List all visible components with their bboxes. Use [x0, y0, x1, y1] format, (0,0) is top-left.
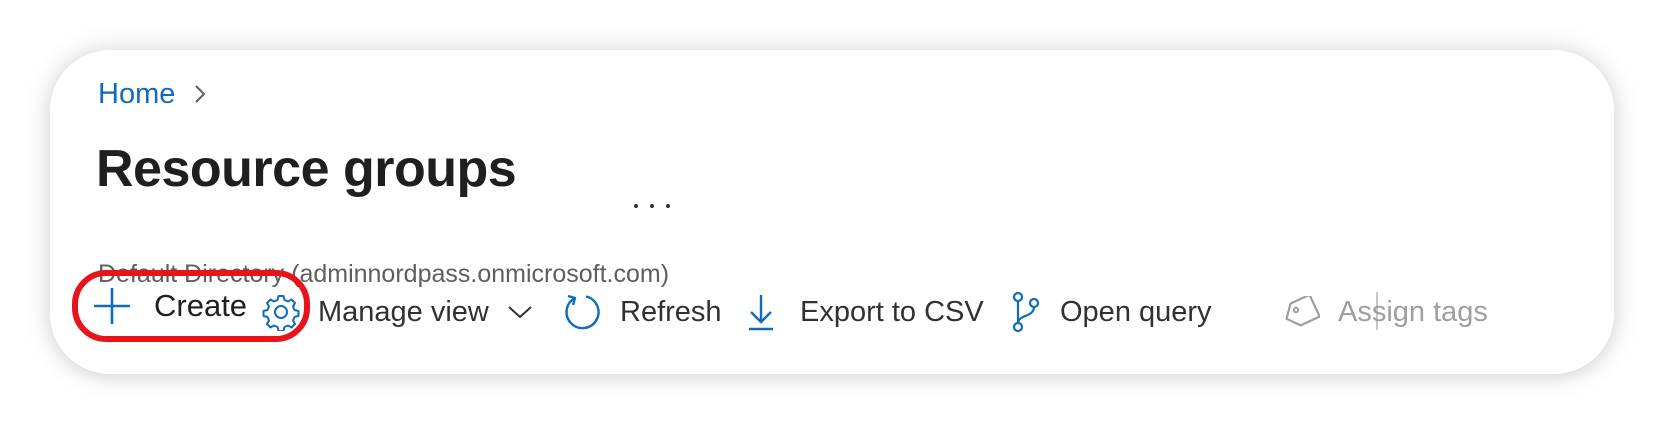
resource-groups-panel: Home Resource groups Default Directory (…	[50, 50, 1614, 374]
assign-tags-label: Assign tags	[1338, 295, 1488, 328]
plus-icon	[92, 286, 132, 326]
export-csv-button[interactable]: Export to CSV	[746, 282, 984, 342]
open-query-button[interactable]: Open query	[1010, 282, 1212, 342]
open-query-label: Open query	[1060, 295, 1212, 328]
assign-tags-button: Assign tags	[1282, 282, 1488, 342]
breadcrumb-home-link[interactable]: Home	[98, 78, 175, 111]
breadcrumb: Home	[98, 74, 215, 114]
manage-view-button[interactable]: Manage view	[262, 282, 533, 342]
download-icon	[746, 292, 776, 332]
gear-icon	[262, 293, 300, 331]
chevron-down-icon[interactable]	[507, 304, 533, 320]
chevron-right-icon	[193, 83, 215, 105]
manage-view-label: Manage view	[318, 295, 489, 328]
refresh-label: Refresh	[620, 295, 722, 328]
more-icon[interactable]	[634, 200, 670, 212]
page-title: Resource groups	[96, 140, 517, 198]
create-button-label: Create	[154, 288, 248, 323]
refresh-icon	[562, 292, 602, 332]
branch-icon	[1010, 291, 1042, 333]
command-bar: Create Manage view Refresh Export to CSV…	[50, 270, 1614, 378]
export-csv-label: Export to CSV	[800, 295, 984, 328]
tag-icon	[1282, 296, 1320, 328]
refresh-button[interactable]: Refresh	[562, 282, 722, 342]
